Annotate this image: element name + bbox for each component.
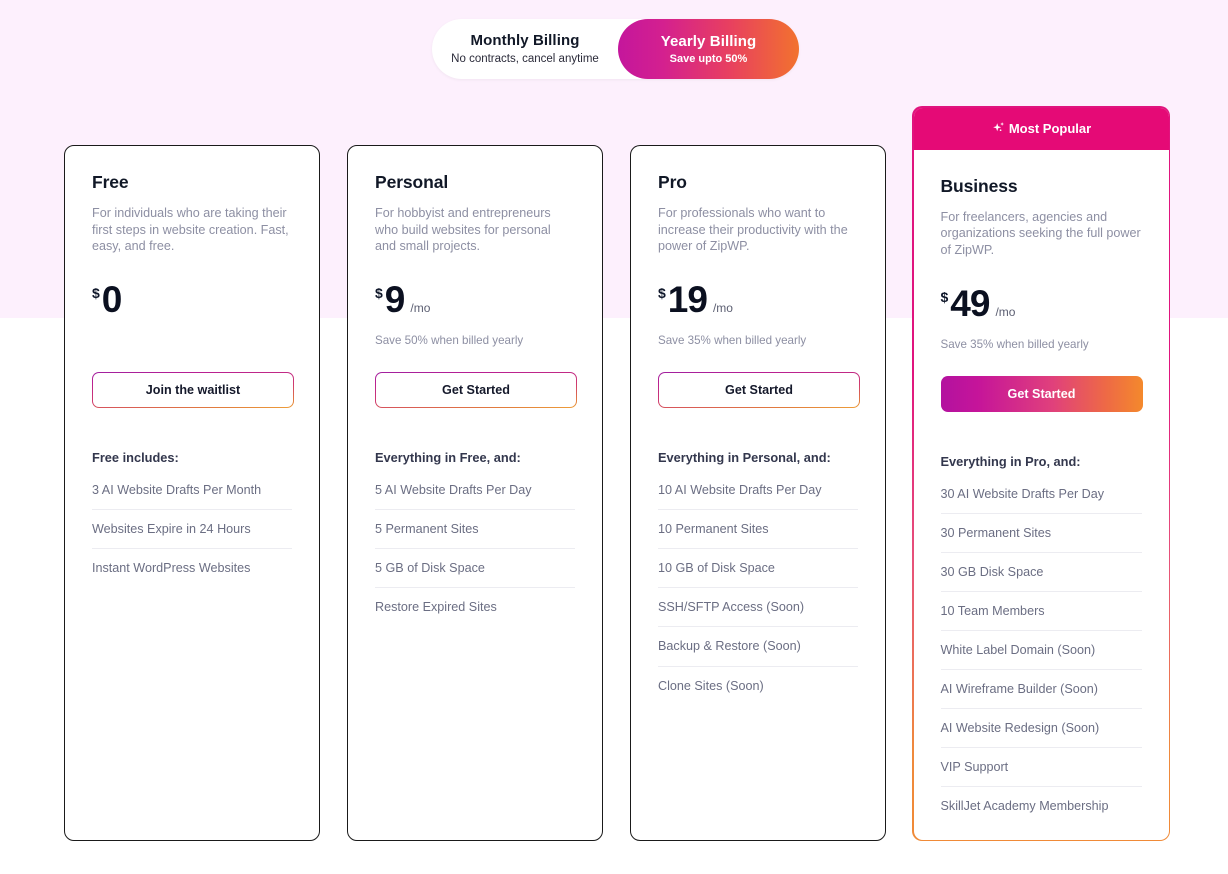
cta-label: Join the waitlist (93, 373, 293, 407)
list-item: Restore Expired Sites (375, 600, 497, 615)
feature-list: 3 AI Website Drafts Per Month Websites E… (92, 471, 292, 587)
plan-name: Free (92, 172, 129, 192)
list-item: AI Website Redesign (Soon) (940, 709, 1142, 749)
list-item: 5 AI Website Drafts Per Day (375, 471, 575, 511)
list-item: AI Wireframe Builder (Soon) (940, 670, 1142, 710)
pricing-card-business: Most Popular Business For freelancers, a… (912, 106, 1170, 841)
includes-title: Everything in Pro, and: (940, 453, 1081, 469)
list-item: Websites Expire in 24 Hours (92, 510, 292, 550)
plan-description: For individuals who are taking their fir… (92, 206, 289, 254)
cta-button-personal[interactable]: Get Started (375, 372, 577, 408)
price-period: /mo (410, 301, 431, 315)
list-item: 10 GB of Disk Space (658, 549, 858, 589)
cta-button-business[interactable]: Get Started (940, 375, 1143, 412)
list-item: Instant WordPress Websites (92, 561, 251, 576)
plan-save-note: Save 35% when billed yearly (658, 334, 807, 347)
list-item: 30 GB Disk Space (940, 553, 1142, 592)
pricing-card-business-inner: Most Popular Business For freelancers, a… (913, 107, 1169, 840)
feature-list: 10 AI Website Drafts Per Day 10 Permanen… (658, 471, 858, 705)
includes-title: Everything in Personal, and: (658, 450, 831, 465)
status-badge-label: Most Popular (1008, 121, 1092, 136)
plan-description: For hobbyist and entrepreneurs who build… (375, 206, 551, 254)
plan-description: For professionals who want to increase t… (658, 206, 848, 254)
list-item: 30 AI Website Drafts Per Day (940, 475, 1142, 514)
pricing-card-business-body: Business For freelancers, agencies and o… (914, 150, 1169, 826)
includes-title: Everything in Free, and: (375, 450, 521, 465)
price-currency: $ (940, 288, 949, 305)
cta-label: Get Started (1007, 386, 1076, 401)
price-currency: $ (375, 285, 383, 301)
list-item: VIP Support (940, 748, 1142, 788)
price-amount: 0 (101, 279, 123, 320)
plan-save-note (92, 334, 292, 351)
price-period: /mo (712, 301, 733, 315)
includes-title: Free includes: (92, 450, 179, 465)
list-item: 5 Permanent Sites (375, 510, 575, 550)
pricing-card-personal: Personal For hobbyist and entrepreneurs … (347, 145, 603, 841)
list-item: 10 Team Members (940, 592, 1142, 631)
pricing-card-free: Free For individuals who are taking thei… (64, 145, 320, 841)
price-amount: 9 (384, 279, 406, 320)
list-item: SkillJet Academy Membership (940, 799, 1109, 814)
sparkle-icon (993, 122, 1004, 132)
price-currency: $ (658, 285, 666, 301)
list-item: White Label Domain (Soon) (940, 631, 1142, 671)
pricing-page: Monthly Billing No contracts, cancel any… (0, 0, 1228, 874)
pricing-card-grid: Free For individuals who are taking thei… (0, 0, 1228, 874)
plan-save-note: Save 35% when billed yearly (940, 337, 1089, 351)
plan-description: For freelancers, agencies and organizati… (940, 209, 1141, 257)
list-item: SSH/SFTP Access (Soon) (658, 588, 858, 628)
plan-price: $ 0 (92, 281, 292, 323)
plan-name: Personal (375, 172, 449, 192)
list-item: 10 AI Website Drafts Per Day (658, 471, 858, 511)
cta-label: Get Started (376, 373, 576, 407)
list-item: 3 AI Website Drafts Per Month (92, 471, 292, 511)
plan-name: Business (940, 175, 1018, 196)
plan-price: $ 19 /mo (658, 281, 858, 323)
status-badge: Most Popular (913, 107, 1169, 150)
plan-save-note: Save 50% when billed yearly (375, 334, 524, 347)
feature-list: 30 AI Website Drafts Per Day 30 Permanen… (940, 475, 1142, 826)
plan-price: $ 49 /mo (941, 285, 1142, 327)
list-item: 30 Permanent Sites (940, 514, 1142, 553)
pricing-card-pro: Pro For professionals who want to increa… (630, 145, 886, 841)
plan-price: $ 9 /mo (375, 281, 575, 323)
cta-button-pro[interactable]: Get Started (658, 372, 860, 408)
list-item: 5 GB of Disk Space (375, 549, 575, 589)
list-item: Backup & Restore (Soon) (658, 627, 858, 667)
list-item: Clone Sites (Soon) (658, 678, 764, 693)
price-amount: 19 (667, 279, 708, 320)
cta-label: Get Started (659, 373, 859, 407)
plan-name: Pro (658, 172, 687, 192)
price-amount: 49 (950, 282, 990, 324)
price-currency: $ (92, 285, 100, 301)
price-period: /mo (995, 304, 1016, 319)
feature-list: 5 AI Website Drafts Per Day 5 Permanent … (375, 471, 575, 626)
cta-button-free[interactable]: Join the waitlist (92, 372, 294, 408)
list-item: 10 Permanent Sites (658, 510, 858, 550)
